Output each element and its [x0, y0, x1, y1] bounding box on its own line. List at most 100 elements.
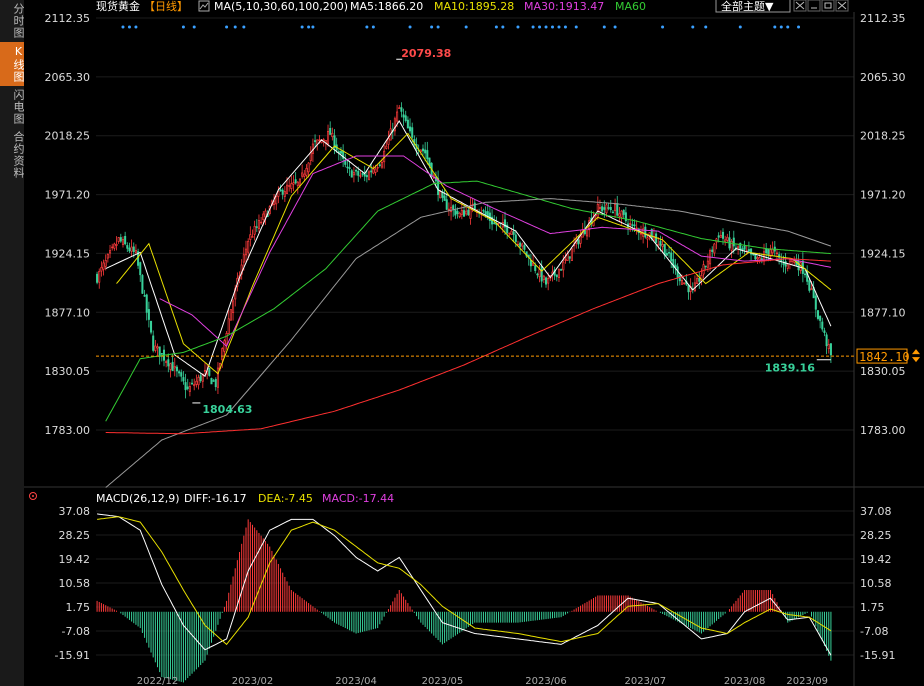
candle-body — [173, 366, 176, 369]
candle-body — [629, 223, 632, 225]
event-marker-dot — [436, 25, 440, 29]
candle-body — [784, 261, 787, 267]
candle-body — [260, 221, 263, 224]
tab-time-share[interactable]: 分时图 — [0, 0, 25, 42]
candle-body — [212, 380, 215, 382]
event-marker-dot — [538, 25, 542, 29]
candle-body — [680, 279, 684, 285]
candle-body — [786, 264, 789, 269]
candle-body — [210, 378, 213, 385]
candle-body — [106, 254, 109, 259]
candle-body — [620, 210, 623, 218]
candle-body — [339, 151, 342, 154]
candle-body — [713, 243, 716, 254]
candle-body — [532, 262, 535, 266]
candle-body — [365, 175, 368, 178]
candle-body — [307, 162, 310, 173]
price-tick-label-left: 1924.15 — [45, 247, 91, 260]
macd-tick-label-left: 10.58 — [59, 577, 91, 590]
candle-body — [607, 207, 610, 209]
candle-body — [387, 138, 390, 145]
candle-body — [283, 191, 286, 197]
candle-body — [564, 259, 567, 261]
macd-settings-icon-dot — [32, 495, 34, 497]
candle-body — [493, 222, 496, 225]
candle-body — [611, 211, 614, 214]
candle-body — [221, 348, 224, 361]
candle-body — [175, 366, 178, 372]
kline-chart[interactable]: 2112.35 2065.30 2018.25 1971.20 1924.15 1877.… — [24, 0, 924, 686]
candle-body — [510, 230, 513, 235]
candle-body — [424, 149, 427, 154]
candle-body — [514, 234, 517, 242]
candle-body — [191, 382, 194, 385]
candle-body — [570, 248, 573, 261]
candle-body — [609, 207, 612, 210]
candle-body — [484, 211, 487, 215]
candle-body — [186, 386, 189, 389]
macd-tick-label-left: 28.25 — [59, 529, 91, 542]
candle-body — [184, 382, 187, 391]
ma30-value: MA30:1913.47 — [524, 0, 604, 13]
candle-body — [747, 249, 750, 252]
candle-body — [635, 227, 638, 230]
tab-contract-info[interactable]: 合约资料 — [0, 128, 25, 182]
tab-flash-chart[interactable]: 闪电图 — [0, 86, 25, 128]
candle-body — [670, 252, 673, 262]
candle-body — [285, 184, 289, 194]
candle-body — [497, 222, 500, 225]
candle-body — [598, 207, 601, 209]
candle-body — [203, 370, 207, 372]
instrument-name: 现货黄金 — [96, 0, 140, 13]
candle-body — [458, 212, 461, 217]
candle-body — [562, 261, 565, 271]
candle-body — [743, 245, 746, 250]
candle-body — [346, 166, 349, 169]
candle-body — [665, 253, 668, 256]
candle-body — [130, 246, 133, 252]
macd-tick-label-left: 37.08 — [59, 505, 91, 518]
candle-body — [376, 166, 379, 169]
candle-body — [467, 209, 470, 216]
candle-body — [519, 242, 522, 247]
candle-body — [560, 269, 563, 271]
candle-body — [782, 263, 785, 265]
candle-body — [462, 210, 466, 217]
candle-body — [115, 243, 118, 246]
candle-body — [633, 224, 636, 227]
candle-body — [197, 376, 200, 386]
candle-body — [303, 173, 306, 177]
candle-body — [547, 278, 550, 284]
candle-body — [208, 367, 211, 376]
candle-body — [540, 266, 543, 282]
candle-body — [296, 181, 299, 186]
candle-body — [534, 265, 537, 271]
ma-params: MA(5,10,30,60,100,200) — [214, 0, 348, 13]
tab-kline[interactable]: K线图 — [0, 42, 25, 86]
theme-selector[interactable]: 全部主题▼ — [715, 0, 791, 13]
candle-body — [104, 260, 107, 267]
time-tick-label: 2023/09 — [786, 676, 828, 686]
macd-tick-label-left: 19.42 — [59, 553, 91, 566]
macd-tick-label-right: 37.08 — [860, 505, 892, 518]
price-tick-label-left: 2018.25 — [45, 130, 91, 143]
candle-body — [350, 170, 353, 178]
last-low-price-label: 1839.16 — [765, 362, 815, 375]
candle-body — [232, 300, 235, 313]
macd-params: MACD(26,12,9) — [96, 492, 180, 505]
candle-body — [460, 210, 463, 215]
price-tick-label-right: 2112.35 — [860, 12, 906, 25]
candle-body — [294, 179, 297, 184]
candle-body — [348, 167, 351, 170]
macd-tick-label-right: 28.25 — [860, 529, 892, 542]
candle-body — [814, 295, 817, 310]
candle-body — [411, 127, 414, 138]
candle-body — [318, 139, 321, 142]
candle-body — [508, 232, 511, 235]
candle-body — [454, 209, 457, 216]
candle-body — [603, 207, 606, 210]
candle-body — [361, 173, 364, 175]
time-tick-label: 2023/04 — [335, 676, 377, 686]
macd-macd-value: MACD:-17.44 — [322, 492, 394, 505]
event-marker-dot — [786, 25, 790, 29]
